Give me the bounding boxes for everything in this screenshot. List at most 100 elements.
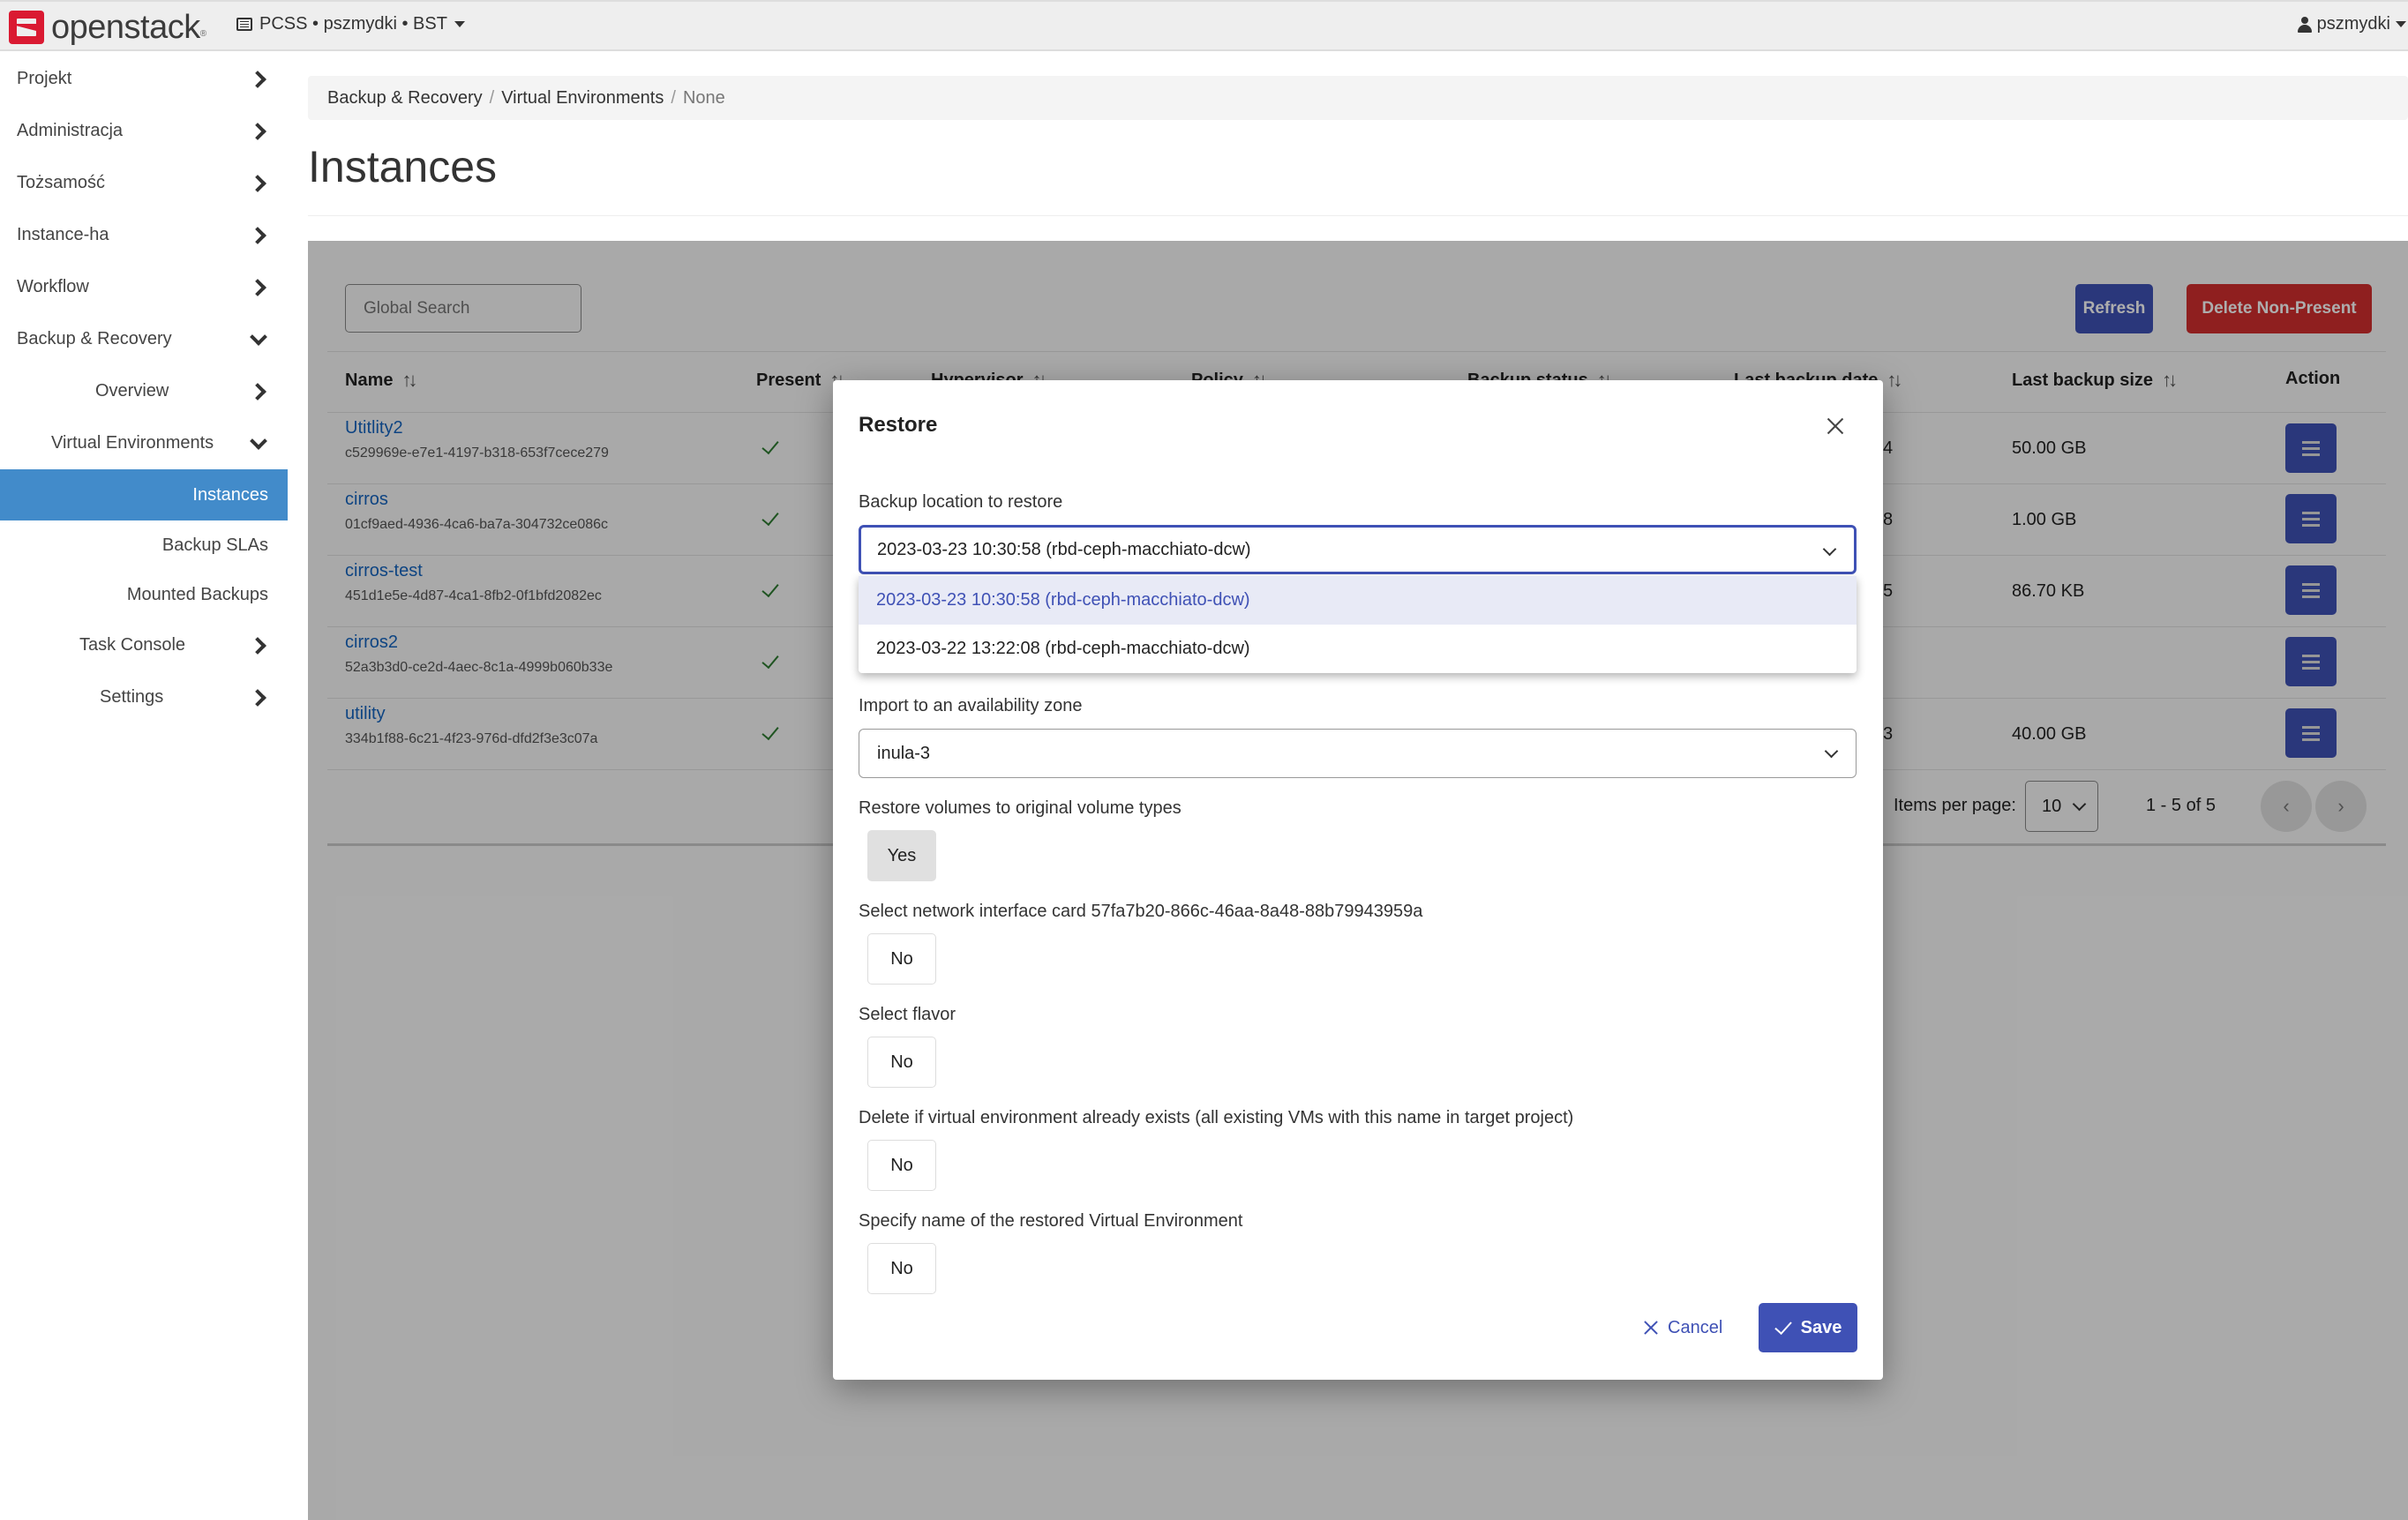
- global-search-input[interactable]: [345, 284, 581, 333]
- sidebar-item-instance-ha[interactable]: Instance-ha: [0, 209, 288, 261]
- chevron-down-icon: [249, 435, 266, 453]
- instance-id: c529969e-e7e1-4197-b318-653f7cece279: [345, 446, 609, 460]
- instance-name-link[interactable]: utility: [345, 704, 386, 724]
- chevron-right-icon: [249, 227, 266, 244]
- chevron-right-icon: [249, 71, 266, 88]
- openstack-logo[interactable]: openstack ®: [9, 8, 206, 46]
- last-backup-date: 3: [1883, 724, 1894, 744]
- sidebar: Projekt Administracja Tożsamość Instance…: [0, 53, 288, 723]
- specify-name-toggle[interactable]: No: [867, 1243, 936, 1294]
- cancel-label: Cancel: [1668, 1317, 1723, 1337]
- items-per-page-select[interactable]: 10: [2025, 781, 2098, 832]
- project-list-icon: [236, 18, 252, 31]
- user-menu[interactable]: pszmydki: [2297, 14, 2406, 34]
- row-action-menu-button[interactable]: [2285, 565, 2337, 615]
- chevron-down-icon: [249, 331, 266, 348]
- breadcrumb: Backup & Recovery / Virtual Environments…: [308, 76, 2408, 120]
- row-action-menu-button[interactable]: [2285, 708, 2337, 758]
- brand-text: openstack: [51, 8, 200, 46]
- next-page-button[interactable]: ›: [2315, 781, 2367, 832]
- sidebar-item-tozsamosc[interactable]: Tożsamość: [0, 157, 288, 209]
- column-header-present[interactable]: Present↑↓: [756, 369, 845, 392]
- chevron-right-icon: [249, 383, 266, 401]
- sidebar-item-projekt[interactable]: Projekt: [0, 53, 288, 105]
- chevron-down-icon: [1824, 546, 1834, 557]
- sidebar-item-overview[interactable]: Overview: [0, 365, 288, 417]
- sort-icon: ↑↓: [401, 369, 417, 391]
- sidebar-item-label: Settings: [100, 687, 164, 707]
- restore-dialog: Restore Backup location to restore 2023-…: [833, 380, 1883, 1380]
- refresh-button[interactable]: Refresh: [2075, 284, 2153, 333]
- restore-volumes-toggle[interactable]: Yes: [867, 830, 936, 881]
- sidebar-item-instances[interactable]: Instances: [0, 469, 288, 520]
- items-per-page-value: 10: [2042, 796, 2062, 816]
- instance-name-link[interactable]: cirros: [345, 490, 388, 510]
- cancel-button[interactable]: Cancel: [1643, 1310, 1722, 1345]
- openstack-logo-icon: [9, 11, 44, 44]
- delete-non-present-button[interactable]: Delete Non-Present: [2187, 284, 2372, 333]
- column-header-name[interactable]: Name ↑↓: [345, 369, 417, 392]
- sidebar-item-mounted-backups[interactable]: Mounted Backups: [0, 570, 288, 619]
- sidebar-item-backup-recovery[interactable]: Backup & Recovery: [0, 313, 288, 365]
- top-navbar: openstack ® PCSS • pszmydki • BST pszmyd…: [0, 0, 2408, 51]
- last-backup-date: 8: [1883, 510, 1894, 529]
- sidebar-item-administracja[interactable]: Administracja: [0, 105, 288, 157]
- sidebar-item-label: Mounted Backups: [126, 584, 268, 604]
- breadcrumb-item-virtual-environments[interactable]: Virtual Environments: [501, 88, 664, 109]
- last-backup-size: 1.00 GB: [2012, 510, 2077, 529]
- select-flavor-toggle[interactable]: No: [867, 1037, 936, 1088]
- row-action-menu-button[interactable]: [2285, 637, 2337, 686]
- close-icon[interactable]: [1825, 416, 1846, 437]
- column-header-action: Action: [2285, 369, 2340, 389]
- backup-location-label: Backup location to restore: [859, 492, 1063, 512]
- sidebar-item-backup-slas[interactable]: Backup SLAs: [0, 520, 288, 570]
- instance-id: 334b1f88-6c21-4f23-976d-dfd2f3e3c07a: [345, 731, 598, 746]
- breadcrumb-item-current: None: [682, 87, 725, 108]
- user-name: pszmydki: [2316, 14, 2390, 34]
- breadcrumb-item-backup-recovery[interactable]: Backup & Recovery: [327, 88, 483, 109]
- dropdown-option[interactable]: 2023-03-22 13:22:08 (rbd-ceph-macchiato-…: [859, 625, 1857, 673]
- backup-location-dropdown: 2023-03-23 10:30:58 (rbd-ceph-macchiato-…: [859, 576, 1857, 673]
- sidebar-item-task-console[interactable]: Task Console: [0, 619, 288, 671]
- network-interface-toggle[interactable]: No: [867, 933, 936, 985]
- sort-icon: ↑↓: [2162, 369, 2178, 391]
- row-action-menu-button[interactable]: [2285, 494, 2337, 543]
- sidebar-item-workflow[interactable]: Workflow: [0, 261, 288, 313]
- instance-name-link[interactable]: cirros-test: [345, 561, 423, 581]
- sidebar-item-label: Virtual Environments: [51, 433, 214, 453]
- last-backup-size: 50.00 GB: [2012, 438, 2087, 458]
- breadcrumb-separator: /: [671, 87, 676, 108]
- close-icon: [1643, 1320, 1659, 1336]
- delete-existing-toggle[interactable]: No: [867, 1140, 936, 1191]
- save-button[interactable]: Save: [1759, 1303, 1857, 1352]
- availability-zone-value: inula-3: [877, 743, 931, 763]
- last-backup-size: 40.00 GB: [2012, 724, 2087, 744]
- chevron-right-icon: [249, 175, 266, 192]
- sidebar-item-label: Administracja: [17, 121, 124, 140]
- backup-location-select[interactable]: 2023-03-23 10:30:58 (rbd-ceph-macchiato-…: [859, 525, 1857, 574]
- present-check-icon: [761, 509, 780, 528]
- project-picker[interactable]: PCSS • pszmydki • BST: [236, 14, 465, 34]
- dropdown-option[interactable]: 2023-03-23 10:30:58 (rbd-ceph-macchiato-…: [859, 576, 1857, 625]
- restore-volumes-label: Restore volumes to original volume types: [859, 798, 1181, 818]
- divider: [327, 351, 2386, 352]
- instance-name-link[interactable]: cirros2: [345, 633, 398, 653]
- caret-down-icon: [2396, 21, 2406, 27]
- sidebar-item-settings[interactable]: Settings: [0, 671, 288, 723]
- availability-zone-select[interactable]: inula-3: [859, 729, 1857, 778]
- row-action-menu-button[interactable]: [2285, 423, 2337, 473]
- project-picker-label: PCSS • pszmydki • BST: [259, 14, 447, 34]
- present-check-icon: [761, 723, 780, 743]
- sidebar-item-virtual-environments[interactable]: Virtual Environments: [0, 417, 288, 469]
- check-icon: [1774, 1322, 1792, 1334]
- chevron-right-icon: [249, 637, 266, 655]
- sidebar-item-label: Backup SLAs: [161, 535, 268, 555]
- instance-name-link[interactable]: Utitlity2: [345, 418, 403, 438]
- sidebar-item-label: Task Console: [79, 635, 186, 655]
- specify-name-label: Specify name of the restored Virtual Env…: [859, 1211, 1243, 1231]
- select-flavor-label: Select flavor: [859, 1005, 956, 1024]
- column-header-last-backup-size[interactable]: Last backup size ↑↓: [2012, 369, 2178, 392]
- caret-down-icon: [454, 21, 465, 27]
- present-check-icon: [761, 580, 780, 600]
- previous-page-button[interactable]: ‹: [2261, 781, 2312, 832]
